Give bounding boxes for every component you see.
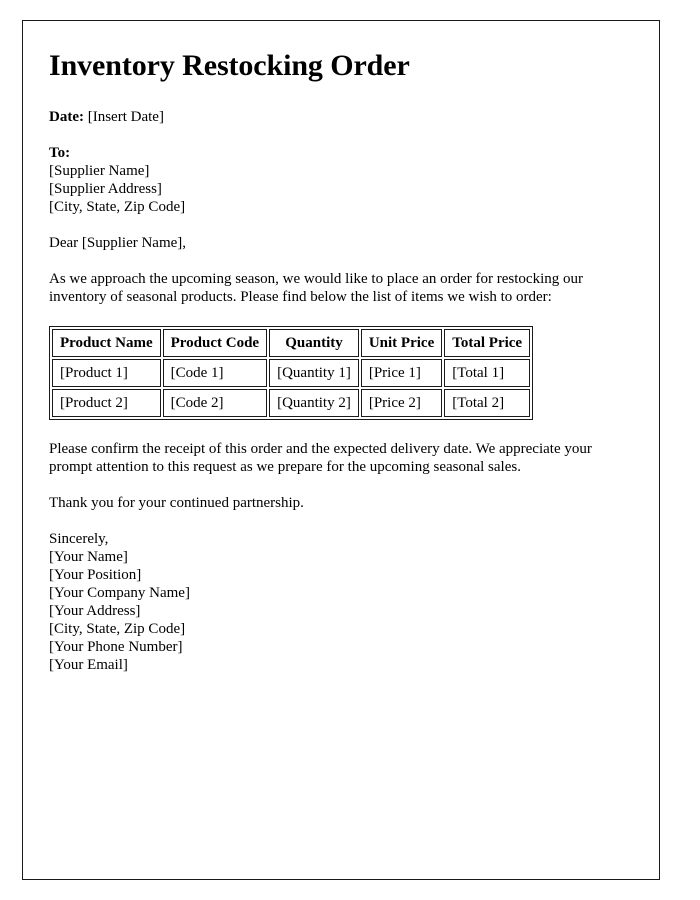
page-title: Inventory Restocking Order (49, 49, 410, 82)
signature-line-phone: [Your Phone Number] (49, 638, 183, 655)
column-header-total-price: Total Price (444, 328, 531, 357)
recipient-line-1: [Supplier Name] (49, 162, 150, 179)
intro-paragraph: As we approach the upcoming season, we w… (49, 270, 584, 305)
cell-quantity: [Quantity 2] (269, 388, 359, 417)
signature-line-address: [Your Address] (49, 602, 141, 619)
column-header-product-code: Product Code (162, 328, 268, 357)
cell-quantity: [Quantity 1] (269, 358, 359, 387)
to-label: To: (49, 144, 71, 161)
table-header-row: Product Name Product Code Quantity Unit … (52, 328, 531, 357)
closing-line: Sincerely, (49, 530, 109, 547)
signature-line-email: [Your Email] (49, 656, 128, 673)
cell-unit-price: [Price 2] (360, 388, 443, 417)
recipient-line-3: [City, State, Zip Code] (49, 198, 186, 215)
column-header-quantity: Quantity (269, 328, 359, 357)
spacer-before-signature (49, 512, 633, 530)
signature-line-name: [Your Name] (49, 548, 128, 565)
column-header-unit-price: Unit Price (360, 328, 443, 357)
items-table-head: Product Name Product Code Quantity Unit … (52, 328, 531, 357)
spacer-after-date (49, 126, 633, 144)
items-table: Product Name Product Code Quantity Unit … (49, 325, 534, 420)
spacer-after-salutation (49, 252, 633, 270)
cell-product-name: [Product 2] (52, 388, 161, 417)
spacer-after-confirm (49, 476, 633, 494)
table-row: [Product 2] [Code 2] [Quantity 2] [Price… (52, 388, 531, 417)
signature-line-position: [Your Position] (49, 566, 142, 583)
cell-total-price: [Total 2] (444, 388, 531, 417)
recipient-line-2: [Supplier Address] (49, 180, 162, 197)
document-body: Inventory Restocking Order Date: [Insert… (23, 21, 659, 674)
signature-line-company: [Your Company Name] (49, 584, 190, 601)
items-table-body: [Product 1] [Code 1] [Quantity 1] [Price… (52, 358, 531, 417)
date-value: [Insert Date] (87, 108, 164, 125)
salutation: Dear [Supplier Name], (49, 234, 187, 251)
cell-product-code: [Code 2] (162, 388, 268, 417)
thanks-paragraph: Thank you for your continued partnership… (49, 494, 304, 511)
cell-unit-price: [Price 1] (360, 358, 443, 387)
confirm-paragraph: Please confirm the receipt of this order… (49, 440, 592, 475)
cell-product-name: [Product 1] (52, 358, 161, 387)
cell-product-code: [Code 1] (162, 358, 268, 387)
column-header-product-name: Product Name (52, 328, 161, 357)
signature-line-city-state-zip: [City, State, Zip Code] (49, 620, 186, 637)
table-row: [Product 1] [Code 1] [Quantity 1] [Price… (52, 358, 531, 387)
document-page: Inventory Restocking Order Date: [Insert… (22, 20, 660, 880)
date-line: Date: [Insert Date] (49, 108, 633, 126)
cell-total-price: [Total 1] (444, 358, 531, 387)
spacer-before-table (49, 306, 633, 326)
spacer-after-table (49, 420, 633, 440)
items-table-wrapper: Product Name Product Code Quantity Unit … (49, 325, 633, 420)
date-label: Date: (49, 108, 84, 125)
spacer-after-recipient (49, 216, 633, 234)
